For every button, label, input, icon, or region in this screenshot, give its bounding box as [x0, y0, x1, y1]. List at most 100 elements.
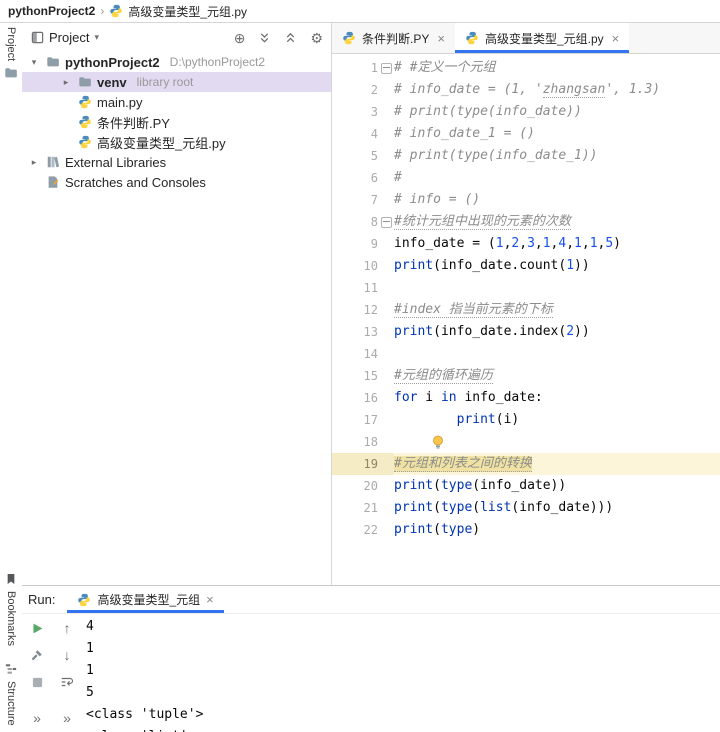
code-text: print(type(list(info_date)))	[394, 497, 720, 519]
close-tab-icon[interactable]: ×	[437, 31, 445, 46]
code-line[interactable]: 11	[332, 277, 720, 299]
tree-item-pythonproject2[interactable]: ▾ pythonProject2 D:\pythonProject2	[22, 52, 331, 72]
code-token: (	[472, 500, 481, 515]
code-line[interactable]: 17 print(i)	[332, 409, 720, 431]
stop-icon[interactable]	[29, 674, 45, 690]
code-line[interactable]: 22 print(type)	[332, 519, 720, 541]
build-icon[interactable]	[29, 647, 45, 663]
code-line[interactable]: 13 print(info_date.index(2))	[332, 321, 720, 343]
code-line[interactable]: 8 #统计元组中出现的元素的次数	[332, 211, 720, 233]
code-line[interactable]: 10 print(info_date.count(1))	[332, 255, 720, 277]
run-console[interactable]: 4 1 1 5 <class 'tuple'> <class 'list'>	[82, 614, 720, 732]
python-icon	[77, 115, 92, 130]
tree-item-label: venv	[97, 74, 127, 90]
more-left-icon[interactable]: »	[29, 710, 45, 726]
tree-chevron-icon[interactable]: ▾	[28, 57, 40, 68]
code-line[interactable]: 7 # info = ()	[332, 189, 720, 211]
fold-box	[380, 216, 392, 228]
more-right-icon[interactable]: »	[59, 710, 75, 726]
tree-item-external-libraries[interactable]: ▸ External Libraries	[22, 152, 331, 172]
code-token: # print(type(info_date))	[394, 104, 582, 119]
code-line[interactable]: 5 # print(type(info_date_1))	[332, 145, 720, 167]
tree-item-label: main.py	[97, 94, 143, 110]
fold-gutter	[378, 475, 394, 497]
down-icon[interactable]: ↓	[59, 647, 75, 663]
code-line[interactable]: 4 # info_date_1 = ()	[332, 123, 720, 145]
tree-item-scratches[interactable]: Scratches and Consoles	[22, 172, 331, 192]
code-token: print	[394, 500, 434, 515]
code-token: (info_date)))	[511, 500, 614, 515]
stripe-structure-button[interactable]: Structure	[4, 658, 18, 730]
code-token: print	[394, 522, 434, 537]
fold-gutter	[378, 167, 394, 189]
rerun-icon[interactable]	[29, 620, 45, 636]
stripe-project-button[interactable]: Project	[0, 23, 22, 84]
code-token: print	[394, 324, 434, 339]
fold-marker-icon[interactable]	[378, 211, 394, 233]
code-line[interactable]: 1 # #定义一个元组	[332, 57, 720, 79]
code-token: #统计元组中出现的元素的次数	[394, 214, 571, 230]
breadcrumb-file[interactable]: 高级变量类型_元组.py	[128, 3, 247, 20]
code-editor[interactable]: 1 # #定义一个元组 2 # info_date = (1, 'zhangsan',…	[332, 54, 720, 585]
code-token: ,	[534, 236, 543, 251]
line-number: 14	[363, 347, 378, 361]
code-token: type	[440, 522, 473, 537]
soft-wrap-icon[interactable]	[59, 674, 75, 690]
code-token: in	[440, 390, 457, 405]
close-tab-icon[interactable]: ×	[206, 592, 214, 607]
code-token: ,	[519, 236, 528, 251]
code-line[interactable]: 15 #元组的循环遍历	[332, 365, 720, 387]
breadcrumb-project[interactable]: pythonProject2	[8, 4, 95, 18]
code-token: # info_date_1 = ()	[394, 126, 535, 141]
tree-item-gaoji-bianliang-py[interactable]: 高级变量类型_元组.py	[22, 132, 331, 152]
tree-item-label: 条件判断.PY	[97, 115, 170, 131]
expand-all-icon[interactable]	[258, 31, 271, 44]
code-line[interactable]: 2 # info_date = (1, 'zhangsan', 1.3)	[332, 79, 720, 101]
code-text: #index 指当前元素的下标	[394, 299, 720, 321]
tree-item-main-py[interactable]: main.py	[22, 92, 331, 112]
code-line[interactable]: 21 print(type(list(info_date)))	[332, 497, 720, 519]
code-line[interactable]: 14	[332, 343, 720, 365]
code-text: #元组的循环遍历	[394, 365, 720, 387]
intention-bulb-icon[interactable]	[432, 435, 446, 449]
collapse-all-icon[interactable]	[284, 31, 297, 44]
code-token: (	[433, 522, 441, 537]
up-icon[interactable]: ↑	[59, 620, 75, 636]
fold-gutter	[378, 409, 394, 431]
fold-gutter	[378, 145, 394, 167]
run-tab[interactable]: 高级变量类型_元组 ×	[67, 586, 224, 613]
code-line[interactable]: 16 for i in info_date:	[332, 387, 720, 409]
code-line[interactable]: 9 info_date = (1,2,3,1,4,1,1,5)	[332, 233, 720, 255]
code-line[interactable]: 18	[332, 431, 720, 453]
tree-item-tiaojian-panduan-py[interactable]: 条件判断.PY	[22, 112, 331, 132]
stripe-bookmarks-button[interactable]: Bookmarks	[4, 568, 18, 650]
chevron-down-icon[interactable]: ▾	[94, 32, 99, 43]
code-text: print(type)	[394, 519, 720, 541]
locate-file-icon[interactable]: ⊕	[234, 31, 246, 45]
code-token: )	[613, 236, 621, 251]
bookmark-icon	[4, 572, 18, 586]
fold-marker-icon[interactable]	[378, 57, 394, 79]
close-tab-icon[interactable]: ×	[612, 31, 620, 46]
code-text: #统计元组中出现的元素的次数	[394, 211, 720, 233]
tree-chevron-icon[interactable]: ▸	[60, 77, 72, 88]
code-token: info_date:	[456, 390, 543, 405]
code-line[interactable]: 6 #	[332, 167, 720, 189]
code-line[interactable]: 20 print(type(info_date))	[332, 475, 720, 497]
tree-item-venv[interactable]: ▸ venv library root	[22, 72, 331, 92]
project-view-selector[interactable]: Project	[49, 30, 89, 45]
editor-tab-label: 高级变量类型_元组.py	[484, 31, 604, 46]
python-file-icon	[465, 31, 479, 45]
code-line[interactable]: 19 #元组和列表之间的转换	[332, 453, 720, 475]
line-number: 4	[370, 127, 378, 141]
line-number: 18	[363, 435, 378, 449]
settings-gear-icon[interactable]: ⚙	[310, 31, 323, 45]
code-line[interactable]: 3 # print(type(info_date))	[332, 101, 720, 123]
tree-chevron-icon[interactable]: ▸	[28, 157, 40, 168]
editor-tab-tiaojian-panduan[interactable]: 条件判断.PY ×	[332, 23, 455, 53]
code-token: print	[394, 258, 434, 273]
line-number: 10	[363, 259, 378, 273]
code-line[interactable]: 12 #index 指当前元素的下标	[332, 299, 720, 321]
code-token: 1	[495, 236, 504, 251]
editor-tab-gaoji-bianliang[interactable]: 高级变量类型_元组.py ×	[454, 23, 630, 53]
